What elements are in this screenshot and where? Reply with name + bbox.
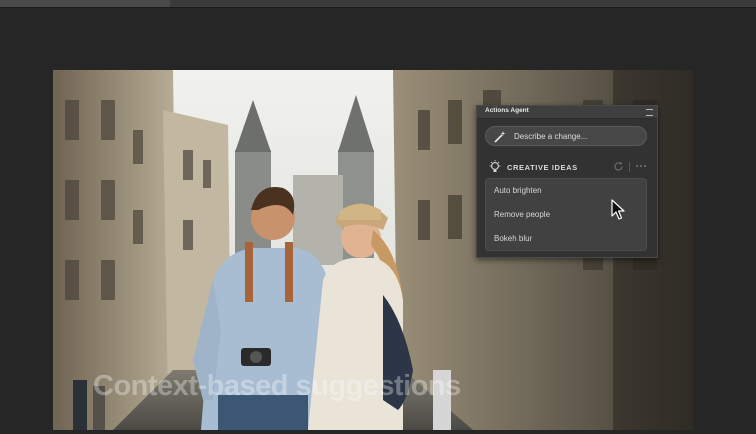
describe-change-placeholder: Describe a change...	[514, 132, 588, 141]
lightbulb-icon	[489, 160, 501, 172]
more-options-icon[interactable]	[635, 164, 647, 168]
idea-remove-people[interactable]: Remove people	[494, 210, 550, 219]
header-divider	[629, 162, 630, 172]
mouse-cursor-icon	[611, 199, 625, 220]
creative-ideas-header: CREATIVE IDEAS	[489, 160, 649, 174]
app-top-bar	[0, 0, 756, 8]
panel-menu-icon[interactable]	[646, 109, 653, 116]
idea-auto-brighten[interactable]: Auto brighten	[494, 186, 542, 195]
creative-ideas-label: CREATIVE IDEAS	[507, 163, 578, 172]
idea-bokeh-blur[interactable]: Bokeh blur	[494, 234, 532, 243]
magic-wand-icon	[494, 131, 506, 143]
document-tab[interactable]	[0, 0, 170, 7]
caption-overlay: Context-based suggestions	[93, 370, 461, 402]
refresh-icon[interactable]	[613, 161, 624, 172]
actions-agent-panel: Actions Agent Describe a change... CREAT…	[476, 105, 658, 258]
describe-change-input[interactable]: Describe a change...	[485, 126, 647, 146]
panel-header[interactable]: Actions Agent	[477, 106, 657, 119]
panel-title: Actions Agent	[485, 107, 529, 114]
